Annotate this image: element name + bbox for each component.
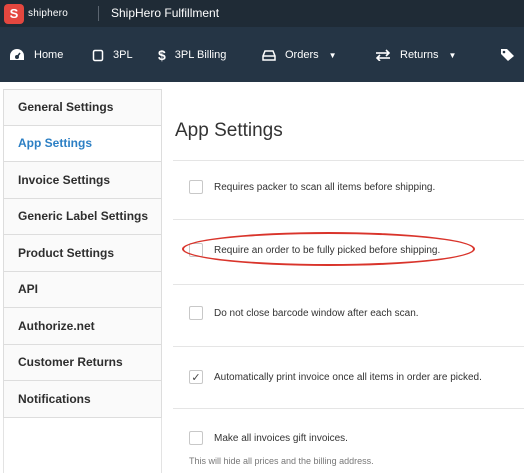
setting-require-packer-scan[interactable]: Requires packer to scan all items before…	[189, 179, 435, 195]
logo-text: shiphero	[28, 8, 68, 19]
cube-icon	[92, 49, 104, 62]
sidebar-item-product-settings[interactable]: Product Settings	[3, 235, 162, 272]
sidebar-item-app-settings[interactable]: App Settings	[3, 125, 162, 162]
checkbox[interactable]	[189, 306, 203, 320]
sidebar-item-invoice-settings[interactable]: Invoice Settings	[3, 162, 162, 199]
sidebar-empty-area	[3, 418, 162, 473]
checkbox-checked[interactable]: ✓	[189, 370, 203, 384]
nav-home[interactable]: Home	[9, 46, 63, 64]
checkbox[interactable]	[189, 431, 203, 445]
chevron-down-icon: ▼	[328, 50, 337, 60]
divider	[173, 284, 524, 285]
dollar-icon: $	[158, 47, 166, 63]
nav-3pl-billing[interactable]: $ 3PL Billing	[158, 46, 226, 64]
shiphero-logo-icon: S	[4, 3, 24, 24]
sidebar-item-notifications[interactable]: Notifications	[3, 381, 162, 418]
settings-sidebar: General Settings App Settings Invoice Se…	[3, 89, 162, 418]
setting-label: Automatically print invoice once all ite…	[214, 371, 482, 383]
nav-home-label: Home	[34, 49, 64, 61]
exchange-icon	[375, 49, 391, 61]
brand-divider	[98, 6, 99, 21]
nav-3pl-label: 3PL	[113, 49, 133, 61]
setting-helper-text: This will hide all prices and the billin…	[189, 456, 374, 466]
nav-3pl-billing-label: 3PL Billing	[174, 49, 227, 61]
inbox-icon	[262, 49, 276, 61]
sidebar-item-authorize-net[interactable]: Authorize.net	[3, 308, 162, 345]
main-nav: Home 3PL $ 3PL Billing Orders ▼ Returns …	[0, 27, 524, 82]
sidebar-item-api[interactable]: API	[3, 271, 162, 308]
checkbox[interactable]	[189, 243, 203, 257]
page-title: App Settings	[175, 120, 283, 141]
setting-keep-barcode-window[interactable]: Do not close barcode window after each s…	[189, 305, 419, 321]
setting-label: Require an order to be fully picked befo…	[214, 244, 441, 256]
nav-returns[interactable]: Returns ▼	[375, 46, 456, 64]
setting-require-fully-picked[interactable]: Require an order to be fully picked befo…	[189, 242, 440, 258]
chevron-down-icon: ▼	[448, 50, 457, 60]
setting-gift-invoices[interactable]: Make all invoices gift invoices.	[189, 430, 348, 446]
setting-label: Do not close barcode window after each s…	[214, 307, 419, 319]
brand-bar: S shiphero ShipHero Fulfillment	[0, 0, 524, 27]
setting-label: Requires packer to scan all items before…	[214, 181, 436, 193]
divider	[173, 408, 524, 409]
sidebar-item-general-settings[interactable]: General Settings	[3, 89, 162, 126]
setting-label: Make all invoices gift invoices.	[214, 432, 348, 444]
setting-auto-print-invoice[interactable]: ✓ Automatically print invoice once all i…	[189, 369, 482, 385]
checkmark-icon: ✓	[191, 371, 201, 384]
divider	[173, 219, 524, 220]
nav-orders[interactable]: Orders ▼	[262, 46, 337, 64]
nav-orders-label: Orders	[285, 49, 319, 61]
divider	[173, 346, 524, 347]
nav-tags[interactable]	[500, 46, 516, 64]
sidebar-item-customer-returns[interactable]: Customer Returns	[3, 344, 162, 381]
divider	[173, 160, 524, 161]
checkbox[interactable]	[189, 180, 203, 194]
nav-3pl[interactable]: 3PL	[92, 46, 133, 64]
shiphero-logo[interactable]: S shiphero	[4, 3, 68, 24]
tags-icon	[500, 48, 516, 62]
app-title: ShipHero Fulfillment	[111, 6, 220, 20]
sidebar-item-generic-label-settings[interactable]: Generic Label Settings	[3, 198, 162, 235]
dashboard-icon	[9, 48, 25, 62]
nav-returns-label: Returns	[400, 49, 439, 61]
